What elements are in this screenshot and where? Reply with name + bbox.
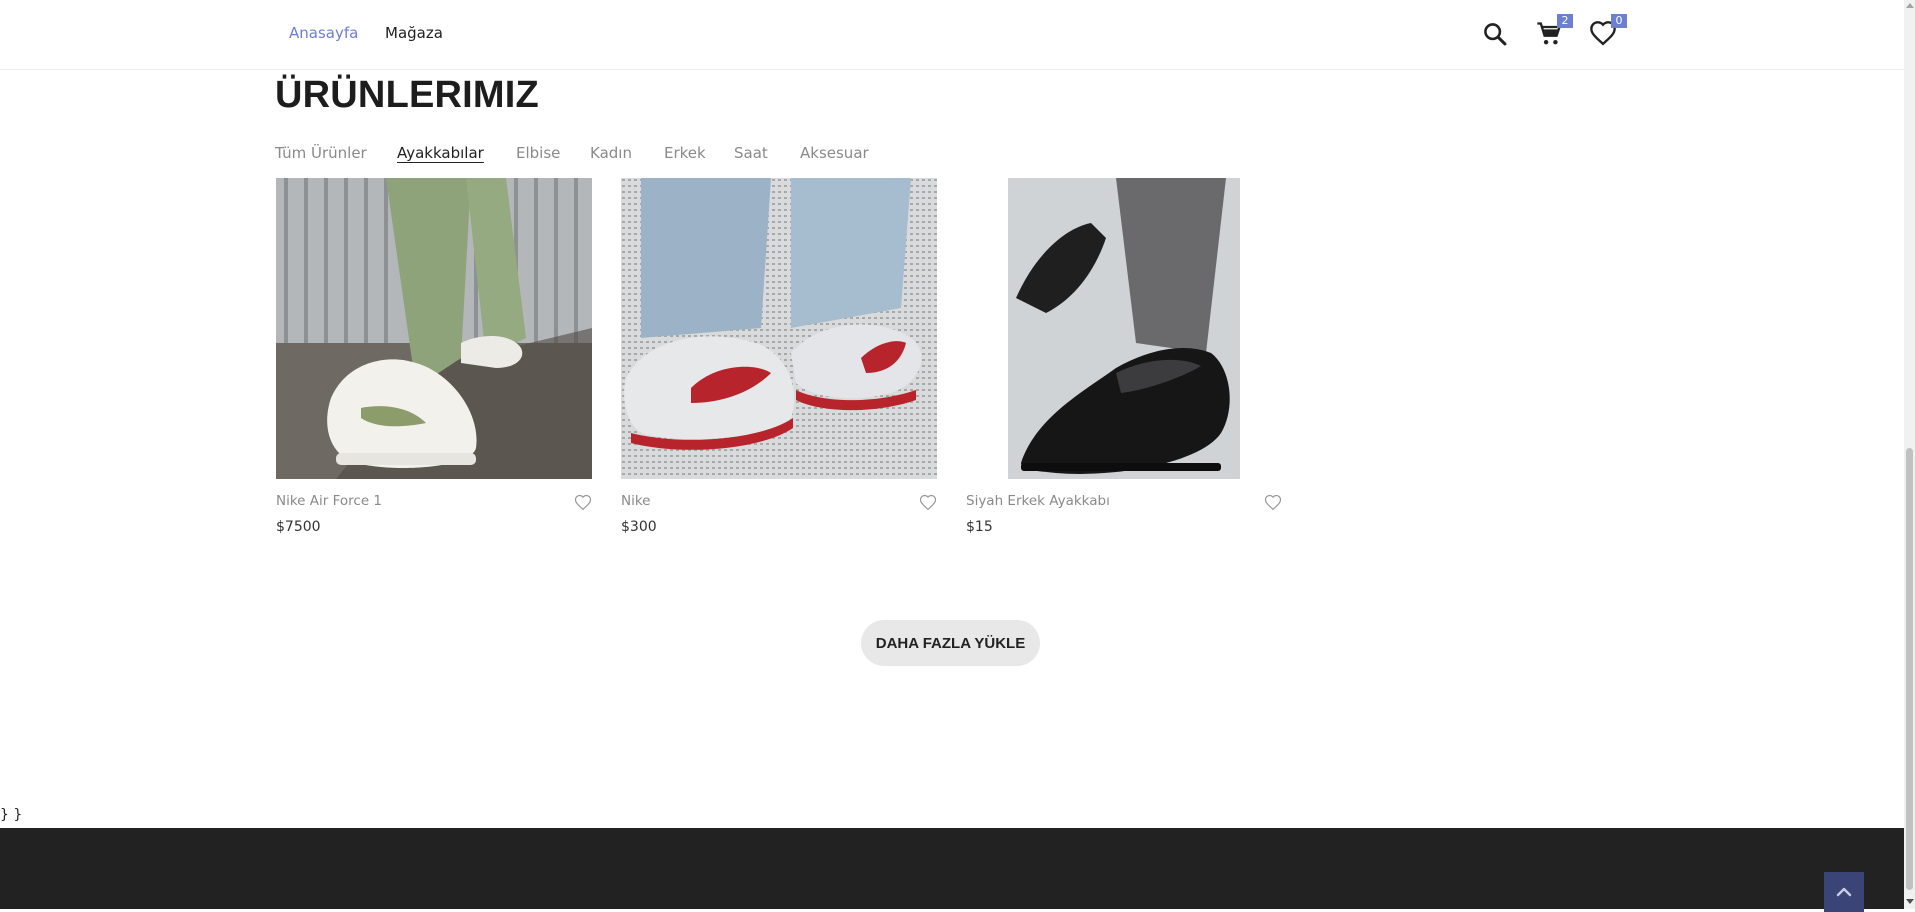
wishlist-count-badge: 0: [1611, 14, 1627, 28]
chevron-up-icon: [1836, 887, 1852, 897]
filter-watch[interactable]: Saat: [734, 144, 768, 162]
cart-icon[interactable]: 2: [1535, 14, 1573, 48]
product-card[interactable]: Siyah Erkek Ayakkabı $15: [966, 178, 1282, 550]
product-card[interactable]: Nike $300: [621, 178, 937, 550]
filter-dress[interactable]: Elbise: [516, 144, 560, 162]
product-card[interactable]: Nike Air Force 1 $7500: [276, 178, 592, 550]
nav-home-link[interactable]: Anasayfa: [289, 24, 358, 42]
section-title: ÜRÜNLERIMIZ: [275, 74, 539, 116]
page: Anasayfa Mağaza 2 0 ÜRÜNLERIMIZ Tüm Ürün…: [0, 0, 1904, 912]
product-image[interactable]: [966, 178, 1282, 479]
page-scrollbar[interactable]: [1904, 0, 1915, 909]
product-price: $15: [966, 519, 993, 535]
heart-icon[interactable]: [919, 494, 937, 512]
filter-all-products[interactable]: Tüm Ürünler: [275, 144, 367, 162]
heart-icon[interactable]: [1264, 494, 1282, 512]
heart-icon[interactable]: [574, 494, 592, 512]
filter-accessory[interactable]: Aksesuar: [800, 144, 869, 162]
product-image[interactable]: [621, 178, 937, 479]
scrollbar-thumb[interactable]: [1906, 448, 1913, 890]
product-image[interactable]: [276, 178, 592, 479]
scroll-down-arrow-icon[interactable]: [1906, 899, 1914, 904]
site-footer: [0, 828, 1904, 909]
wishlist-heart-icon[interactable]: 0: [1589, 14, 1627, 48]
filter-women[interactable]: Kadın: [590, 144, 632, 162]
search-icon[interactable]: [1481, 20, 1509, 48]
scroll-up-arrow-icon[interactable]: [1906, 3, 1914, 8]
product-price: $7500: [276, 519, 321, 535]
product-name[interactable]: Nike Air Force 1: [276, 493, 382, 509]
site-header: Anasayfa Mağaza 2 0: [0, 0, 1904, 70]
stray-template-text: } }: [0, 807, 23, 823]
filter-men[interactable]: Erkek: [664, 144, 706, 162]
filter-shoes[interactable]: Ayakkabılar: [397, 144, 484, 162]
product-price: $300: [621, 519, 657, 535]
product-name[interactable]: Nike: [621, 493, 651, 509]
load-more-button[interactable]: DAHA FAZLA YÜKLE: [861, 620, 1040, 666]
product-name[interactable]: Siyah Erkek Ayakkabı: [966, 493, 1110, 509]
back-to-top-button[interactable]: [1824, 872, 1864, 912]
cart-count-badge: 2: [1557, 14, 1573, 28]
nav-shop-link[interactable]: Mağaza: [385, 24, 443, 42]
